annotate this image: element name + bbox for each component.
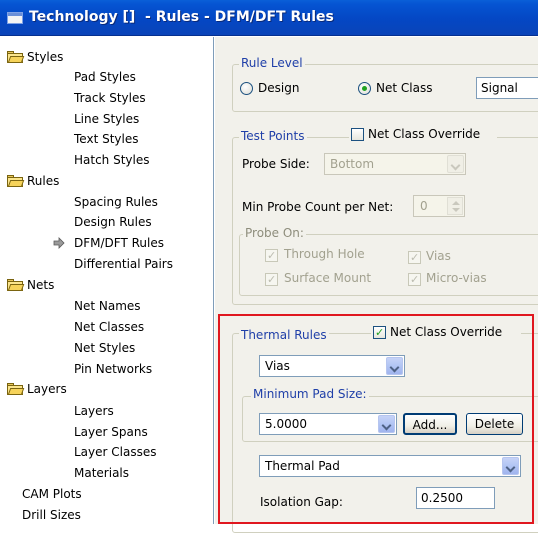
vias-checkbox[interactable]: ✓ bbox=[408, 251, 421, 264]
tree-label: Hatch Styles bbox=[74, 153, 150, 167]
tree-label: Materials bbox=[74, 466, 130, 480]
net-class-value: Signal bbox=[481, 81, 518, 95]
test-points-override-label: Net Class Override bbox=[368, 127, 481, 141]
design-label: Design bbox=[258, 81, 300, 95]
rule-level-legend: Rule Level bbox=[239, 56, 305, 70]
probe-side-label: Probe Side: bbox=[242, 157, 310, 171]
probe-on-group bbox=[239, 234, 538, 296]
tree-label: Differential Pairs bbox=[74, 257, 173, 271]
rules-panel: Rule Level Design Net Class Signal Test … bbox=[215, 37, 538, 533]
tree-label: DFM/DFT Rules bbox=[74, 236, 164, 250]
tree-label: Pin Networks bbox=[74, 362, 153, 376]
min-probe-value: 0 bbox=[420, 199, 428, 213]
spinner-arrows-icon[interactable] bbox=[447, 197, 463, 215]
min-probe-spinner[interactable]: 0 bbox=[413, 195, 465, 217]
window-title: Technology [] - Rules - DFM/DFT Rules bbox=[29, 9, 334, 25]
highlight-box bbox=[218, 314, 534, 524]
net-class-label: Net Class bbox=[376, 81, 433, 95]
probe-on-legend: Probe On: bbox=[243, 226, 306, 240]
surface-mount-label: Surface Mount bbox=[284, 271, 372, 285]
through-hole-checkbox[interactable]: ✓ bbox=[265, 249, 278, 262]
tree-label: Layers bbox=[27, 382, 67, 396]
tree-label: Net Names bbox=[74, 299, 141, 313]
test-points-override-checkbox[interactable] bbox=[351, 128, 364, 141]
tree-label: Drill Sizes bbox=[22, 508, 81, 522]
tree-label: Rules bbox=[27, 174, 60, 188]
folder-open-icon bbox=[7, 175, 25, 187]
tree-label: Layers bbox=[74, 404, 114, 418]
test-points-legend: Test Points bbox=[239, 129, 307, 143]
test-points-override: Net Class Override bbox=[349, 127, 497, 143]
micro-vias-label: Micro-vias bbox=[426, 271, 487, 285]
tree-label: Line Styles bbox=[74, 112, 140, 126]
tree-label: Pad Styles bbox=[74, 70, 136, 84]
min-probe-label: Min Probe Count per Net: bbox=[242, 200, 394, 214]
folder-open-icon bbox=[7, 279, 25, 291]
tree-label: Layer Classes bbox=[74, 445, 157, 459]
probe-side-value: Bottom bbox=[330, 157, 375, 171]
folder-open-icon bbox=[7, 51, 25, 63]
tree-label: Net Styles bbox=[74, 341, 136, 355]
tree-label: Styles bbox=[27, 50, 64, 64]
micro-vias-checkbox[interactable]: ✓ bbox=[408, 273, 421, 286]
probe-side-select[interactable]: Bottom bbox=[324, 153, 466, 175]
vias-label: Vias bbox=[426, 249, 451, 263]
net-class-select[interactable]: Signal bbox=[476, 77, 538, 99]
folder-open-icon bbox=[7, 383, 25, 395]
through-hole-label: Through Hole bbox=[284, 247, 365, 261]
net-class-radio[interactable] bbox=[358, 82, 371, 95]
tree-label: Design Rules bbox=[74, 215, 152, 229]
tree-label: Nets bbox=[27, 278, 55, 292]
tree-label: Track Styles bbox=[74, 91, 146, 105]
tree-label: Spacing Rules bbox=[74, 195, 158, 209]
surface-mount-checkbox[interactable]: ✓ bbox=[265, 273, 278, 286]
tree-label: Net Classes bbox=[74, 320, 145, 334]
settings-tree[interactable]: Styles Pad Styles Track Styles Line Styl… bbox=[0, 37, 214, 524]
window-icon bbox=[7, 12, 23, 24]
design-radio[interactable] bbox=[240, 82, 253, 95]
chevron-down-icon bbox=[447, 155, 464, 173]
tree-label: Text Styles bbox=[74, 132, 139, 146]
tree-label: CAM Plots bbox=[22, 487, 82, 501]
tree-label: Layer Spans bbox=[74, 425, 148, 439]
title-bar[interactable]: Technology [] - Rules - DFM/DFT Rules bbox=[0, 0, 538, 36]
arrow-right-icon bbox=[53, 237, 65, 249]
